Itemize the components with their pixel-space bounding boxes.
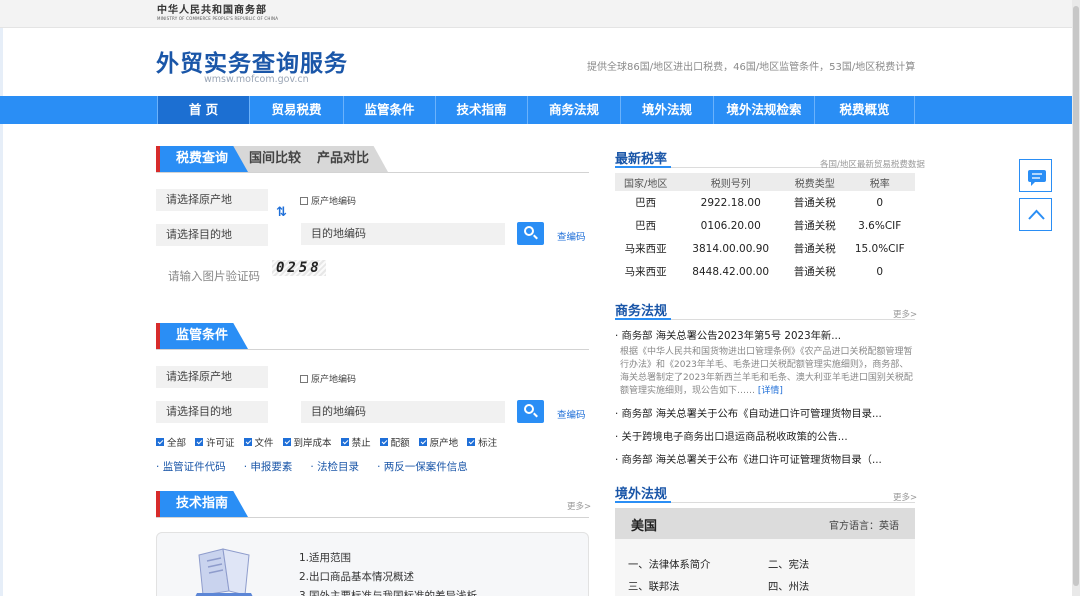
sup-origin-select[interactable]: 请选择原产地 <box>156 366 268 388</box>
captcha-input[interactable]: 请输入图片验证码 <box>156 265 268 287</box>
destination-code-input[interactable]: 目的地编码 <box>301 223 505 245</box>
nav-supervision[interactable]: 监管条件 <box>344 96 436 124</box>
site-description: 提供全球86国/地区进出口税费，46国/地区监管条件，53国/地区税费计算 <box>587 62 916 73</box>
nav-commerce-laws[interactable]: 商务法规 <box>528 96 621 124</box>
origin-code-option[interactable]: 原产地编码 <box>300 194 356 207</box>
link-declaration-elements[interactable]: · 申报要素 <box>244 459 293 474</box>
site-url: wmsw.mofcom.gov.cn <box>204 74 309 85</box>
supervision-title: 监管条件 <box>156 323 248 349</box>
nav-tech-guide[interactable]: 技术指南 <box>436 96 528 124</box>
chat-button[interactable] <box>1019 159 1052 192</box>
book-icon <box>195 548 253 596</box>
filter-prohibited[interactable]: 禁止 <box>340 435 371 449</box>
scrollbar[interactable] <box>1072 0 1080 596</box>
section-mark <box>156 146 160 172</box>
checkbox[interactable] <box>300 196 308 205</box>
law-item[interactable]: 一、法律体系简介 <box>628 556 710 571</box>
commerce-laws-title: 商务法规 <box>615 304 668 319</box>
checkbox[interactable] <box>300 374 308 383</box>
nav-overseas-law-search[interactable]: 境外法规检索 <box>714 96 815 124</box>
official-language: 官方语言：英语 <box>829 521 899 532</box>
supervision-links: · 监管证件代码 · 申报要素 · 法检目录 · 两反一保案件信息 <box>156 459 468 474</box>
latest-rates-subtitle: 各国/地区最新贸易税费数据 <box>820 160 925 170</box>
sup-destination-select[interactable]: 请选择目的地 <box>156 401 268 423</box>
law-item[interactable]: 三、联邦法 <box>628 578 679 593</box>
sup-lookup-code-link[interactable]: 查编码 <box>557 407 586 421</box>
nav-trade-tariff[interactable]: 贸易税费 <box>250 96 344 124</box>
section-mark <box>156 323 160 349</box>
nav-home[interactable]: 首 页 <box>157 96 250 124</box>
message-icon <box>1028 170 1046 186</box>
link-trade-remedy-cases[interactable]: · 两反一保案件信息 <box>377 459 468 474</box>
origin-code-label: 原产地编码 <box>311 197 357 207</box>
tech-guide-item[interactable]: 3.国外主要标准与我国标准的差异浅析 <box>299 587 477 596</box>
news-summary: 根据《中华人民共和国货物进出口管理条例》《农产品进口关税配额管理暂行办法》和《2… <box>620 347 913 396</box>
sup-origin-code-label: 原产地编码 <box>311 375 357 385</box>
ministry-logo[interactable]: 中华人民共和国商务部 MINISTRY OF COMMERCE PEOPLE'S… <box>157 5 278 21</box>
filter-labeling[interactable]: 标注 <box>467 435 497 449</box>
table-row[interactable]: 马来西亚 8448.42.00.00 普通关税 0 <box>615 260 915 283</box>
tech-guide-item[interactable]: 1.适用范围 <box>299 549 477 568</box>
section-mark <box>156 491 160 517</box>
sup-destination-code-input[interactable]: 目的地编码 <box>301 401 505 423</box>
law-item[interactable]: 四、州法 <box>768 578 809 593</box>
main-nav: 首 页 贸易税费 监管条件 技术指南 商务法规 境外法规 境外法规检索 税费概览 <box>0 96 1072 124</box>
destination-select[interactable]: 请选择目的地 <box>156 224 268 246</box>
tab-tariff-query[interactable]: 税费查询 <box>156 146 248 172</box>
overseas-laws-more-link[interactable]: 更多> <box>893 491 917 503</box>
search-button[interactable] <box>517 222 544 245</box>
table-header: 国家/地区 税则号列 税费类型 税率 <box>615 173 915 191</box>
overseas-laws-title: 境外法规 <box>615 487 668 502</box>
divider <box>156 172 589 173</box>
table-row[interactable]: 巴西 0106.20.00 普通关税 3.6%CIF <box>615 214 915 237</box>
site-title: 外贸实务查询服务 <box>156 51 348 77</box>
tech-guide-title: 技术指南 <box>156 491 248 517</box>
table-row[interactable]: 马来西亚 3814.00.00.90 普通关税 15.0%CIF <box>615 237 915 260</box>
law-item[interactable]: 二、宪法 <box>768 556 809 571</box>
scrollbar-thumb[interactable] <box>1073 6 1079 586</box>
commerce-laws-more-link[interactable]: 更多> <box>893 308 917 320</box>
filter-landed-cost[interactable]: 到岸成本 <box>282 435 332 449</box>
supervision-filters: 全部 许可证 文件 到岸成本 禁止 配额 原产地 标注 <box>156 435 497 449</box>
filter-origin[interactable]: 原产地 <box>418 435 458 449</box>
news-item[interactable]: · 关于跨境电子商务出口退运商品税收政策的公告... <box>615 428 848 443</box>
captcha-image[interactable]: 0258 <box>272 260 326 276</box>
sup-origin-code-option[interactable]: 原产地编码 <box>300 372 356 385</box>
table-row[interactable]: 巴西 2922.18.00 普通关税 0 <box>615 191 915 214</box>
filter-all[interactable]: 全部 <box>156 435 186 449</box>
ministry-name-en: MINISTRY OF COMMERCE PEOPLE'S REPUBLIC O… <box>157 16 279 21</box>
tech-guide-item[interactable]: 2.出口商品基本情况概述 <box>299 568 477 587</box>
supervision-header: 监管条件 <box>156 323 256 349</box>
back-to-top-button[interactable] <box>1019 198 1052 231</box>
origin-select[interactable]: 请选择原产地 <box>156 189 268 211</box>
tech-guide-more-link[interactable]: 更多> <box>567 500 591 512</box>
detail-link[interactable]: [详情] <box>758 386 783 396</box>
tech-guide-header: 技术指南 <box>156 491 256 517</box>
rate-table: 国家/地区 税则号列 税费类型 税率 巴西 2922.18.00 普通关税 0 巴西 0… <box>615 173 915 283</box>
link-inspection-catalog[interactable]: · 法检目录 <box>310 459 359 474</box>
link-cert-codes[interactable]: · 监管证件代码 <box>156 459 226 474</box>
sup-search-button[interactable] <box>517 400 544 423</box>
latest-rates-title: 最新税率 <box>615 152 668 167</box>
nav-tariff-overview[interactable]: 税费概览 <box>815 96 915 124</box>
swap-icon[interactable]: ⇅ <box>276 205 287 220</box>
news-item[interactable]: · 商务部 海关总署关于公布《自动进口许可管理货物目录... <box>615 405 882 420</box>
chevron-up-icon <box>1028 209 1045 220</box>
divider <box>156 349 589 350</box>
tech-guide-list: 1.适用范围 2.出口商品基本情况概述 3.国外主要标准与我国标准的差异浅析 <box>299 549 477 596</box>
tariff-query-header: 产品对比 国间比较 税费查询 <box>156 146 416 172</box>
ministry-name: 中华人民共和国商务部 <box>157 5 267 16</box>
filter-license[interactable]: 许可证 <box>195 435 235 449</box>
lookup-code-link[interactable]: 查编码 <box>557 229 586 243</box>
filter-quota[interactable]: 配额 <box>379 435 410 449</box>
news-item[interactable]: · 商务部 海关总署公告2023年第5号 2023年新... <box>615 327 841 342</box>
news-item[interactable]: · 商务部 海关总署关于公布《进口许可证管理货物目录（... <box>615 451 882 466</box>
country-name[interactable]: 美国 <box>631 515 657 534</box>
nav-overseas-laws[interactable]: 境外法规 <box>621 96 714 124</box>
divider <box>156 517 589 518</box>
filter-document[interactable]: 文件 <box>243 435 274 449</box>
